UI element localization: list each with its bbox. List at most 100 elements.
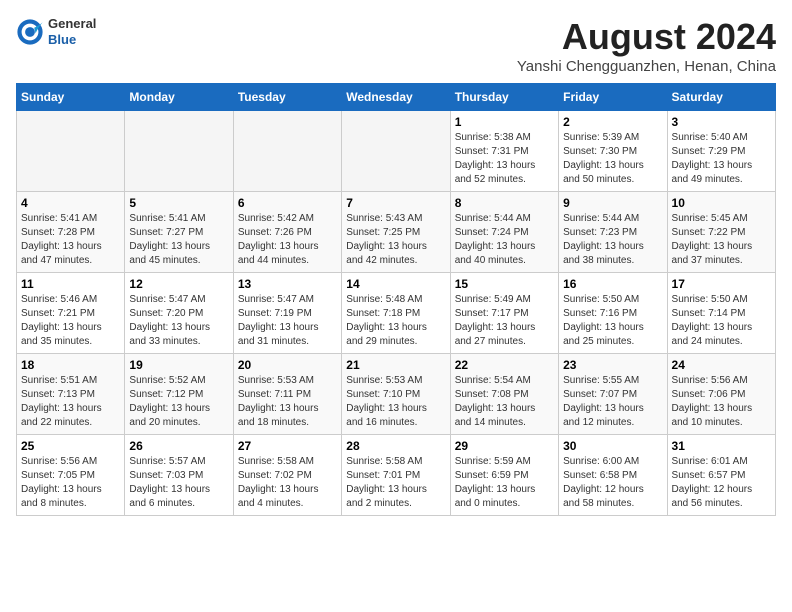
day-info: Sunrise: 5:43 AM Sunset: 7:25 PM Dayligh… — [346, 212, 445, 268]
calendar-cell: 8 Sunrise: 5:44 AM Sunset: 7:24 PM Daylig… — [450, 192, 558, 273]
day-info: Sunrise: 5:55 AM Sunset: 7:07 PM Dayligh… — [563, 374, 662, 430]
day-number: 26 — [129, 439, 228, 453]
weekday-header-thursday: Thursday — [450, 84, 558, 111]
calendar-cell: 18Sunrise: 5:51 AM Sunset: 7:13 PM Dayli… — [17, 354, 125, 435]
calendar-cell: 23 Sunrise: 5:55 AM Sunset: 7:07 PM Dayli… — [559, 354, 667, 435]
day-number: 22 — [455, 358, 554, 372]
week-row-1: 1 Sunrise: 5:38 AM Sunset: 7:31 PM Daylig… — [17, 111, 776, 192]
week-row-2: 4 Sunrise: 5:41 AM Sunset: 7:28 PM Daylig… — [17, 192, 776, 273]
day-number: 29 — [455, 439, 554, 453]
day-number: 23 — [563, 358, 662, 372]
week-row-3: 11Sunrise: 5:46 AM Sunset: 7:21 PM Dayli… — [17, 273, 776, 354]
calendar-cell — [342, 111, 450, 192]
day-number: 7 — [346, 196, 445, 210]
day-info: Sunrise: 5:44 AM Sunset: 7:23 PM Dayligh… — [563, 212, 662, 268]
day-info: Sunrise: 5:45 AM Sunset: 7:22 PM Dayligh… — [672, 212, 771, 268]
calendar-cell: 6 Sunrise: 5:42 AM Sunset: 7:26 PM Daylig… — [233, 192, 341, 273]
calendar-cell: 11Sunrise: 5:46 AM Sunset: 7:21 PM Dayli… — [17, 273, 125, 354]
calendar-cell: 26Sunrise: 5:57 AM Sunset: 7:03 PM Dayli… — [125, 435, 233, 516]
day-info: Sunrise: 5:44 AM Sunset: 7:24 PM Dayligh… — [455, 212, 554, 268]
calendar-cell: 16 Sunrise: 5:50 AM Sunset: 7:16 PM Dayli… — [559, 273, 667, 354]
logo-icon — [16, 18, 44, 46]
day-info: Sunrise: 5:40 AM Sunset: 7:29 PM Dayligh… — [672, 131, 771, 187]
day-number: 25 — [21, 439, 120, 453]
day-number: 19 — [129, 358, 228, 372]
day-number: 31 — [672, 439, 771, 453]
day-info: Sunrise: 5:38 AM Sunset: 7:31 PM Dayligh… — [455, 131, 554, 187]
day-info: Sunrise: 5:59 AM Sunset: 6:59 PM Dayligh… — [455, 455, 554, 511]
calendar-cell: 9 Sunrise: 5:44 AM Sunset: 7:23 PM Daylig… — [559, 192, 667, 273]
day-number: 20 — [238, 358, 337, 372]
calendar-cell — [233, 111, 341, 192]
week-row-4: 18Sunrise: 5:51 AM Sunset: 7:13 PM Dayli… — [17, 354, 776, 435]
day-info: Sunrise: 5:54 AM Sunset: 7:08 PM Dayligh… — [455, 374, 554, 430]
location: Yanshi Chengguanzhen, Henan, China — [517, 58, 776, 75]
calendar-cell: 30 Sunrise: 6:00 AM Sunset: 6:58 PM Dayli… — [559, 435, 667, 516]
day-info: Sunrise: 5:58 AM Sunset: 7:02 PM Dayligh… — [238, 455, 337, 511]
calendar-cell: 22 Sunrise: 5:54 AM Sunset: 7:08 PM Dayli… — [450, 354, 558, 435]
weekday-header-row: SundayMondayTuesdayWednesdayThursdayFrid… — [17, 84, 776, 111]
day-number: 6 — [238, 196, 337, 210]
day-number: 1 — [455, 115, 554, 129]
day-info: Sunrise: 5:42 AM Sunset: 7:26 PM Dayligh… — [238, 212, 337, 268]
calendar-cell — [125, 111, 233, 192]
calendar-cell: 19 Sunrise: 5:52 AM Sunset: 7:12 PM Dayli… — [125, 354, 233, 435]
weekday-header-monday: Monday — [125, 84, 233, 111]
day-number: 4 — [21, 196, 120, 210]
day-info: Sunrise: 6:01 AM Sunset: 6:57 PM Dayligh… — [672, 455, 771, 511]
calendar-cell: 27Sunrise: 5:58 AM Sunset: 7:02 PM Dayli… — [233, 435, 341, 516]
day-info: Sunrise: 5:46 AM Sunset: 7:21 PM Dayligh… — [21, 293, 120, 349]
day-number: 14 — [346, 277, 445, 291]
calendar-cell: 31 Sunrise: 6:01 AM Sunset: 6:57 PM Dayli… — [667, 435, 775, 516]
calendar-cell: 17 Sunrise: 5:50 AM Sunset: 7:14 PM Dayli… — [667, 273, 775, 354]
weekday-header-wednesday: Wednesday — [342, 84, 450, 111]
logo-general: General — [48, 16, 96, 32]
day-info: Sunrise: 5:39 AM Sunset: 7:30 PM Dayligh… — [563, 131, 662, 187]
calendar-cell: 14 Sunrise: 5:48 AM Sunset: 7:18 PM Dayli… — [342, 273, 450, 354]
day-number: 16 — [563, 277, 662, 291]
calendar-cell: 7 Sunrise: 5:43 AM Sunset: 7:25 PM Daylig… — [342, 192, 450, 273]
day-info: Sunrise: 5:58 AM Sunset: 7:01 PM Dayligh… — [346, 455, 445, 511]
calendar-cell: 28 Sunrise: 5:58 AM Sunset: 7:01 PM Dayli… — [342, 435, 450, 516]
calendar-cell: 20 Sunrise: 5:53 AM Sunset: 7:11 PM Dayli… — [233, 354, 341, 435]
calendar-cell — [17, 111, 125, 192]
day-info: Sunrise: 5:53 AM Sunset: 7:11 PM Dayligh… — [238, 374, 337, 430]
week-row-5: 25 Sunrise: 5:56 AM Sunset: 7:05 PM Dayli… — [17, 435, 776, 516]
title-block: August 2024 Yanshi Chengguanzhen, Henan,… — [517, 16, 776, 75]
weekday-header-tuesday: Tuesday — [233, 84, 341, 111]
day-info: Sunrise: 5:41 AM Sunset: 7:27 PM Dayligh… — [129, 212, 228, 268]
calendar-cell: 24Sunrise: 5:56 AM Sunset: 7:06 PM Dayli… — [667, 354, 775, 435]
day-info: Sunrise: 5:56 AM Sunset: 7:05 PM Dayligh… — [21, 455, 120, 511]
calendar-cell: 2 Sunrise: 5:39 AM Sunset: 7:30 PM Daylig… — [559, 111, 667, 192]
weekday-header-sunday: Sunday — [17, 84, 125, 111]
day-info: Sunrise: 5:50 AM Sunset: 7:16 PM Dayligh… — [563, 293, 662, 349]
day-info: Sunrise: 6:00 AM Sunset: 6:58 PM Dayligh… — [563, 455, 662, 511]
day-number: 30 — [563, 439, 662, 453]
calendar-cell: 5Sunrise: 5:41 AM Sunset: 7:27 PM Daylig… — [125, 192, 233, 273]
day-info: Sunrise: 5:48 AM Sunset: 7:18 PM Dayligh… — [346, 293, 445, 349]
calendar-cell: 3Sunrise: 5:40 AM Sunset: 7:29 PM Daylig… — [667, 111, 775, 192]
day-number: 8 — [455, 196, 554, 210]
calendar-cell: 4 Sunrise: 5:41 AM Sunset: 7:28 PM Daylig… — [17, 192, 125, 273]
calendar-cell: 25 Sunrise: 5:56 AM Sunset: 7:05 PM Dayli… — [17, 435, 125, 516]
calendar-cell: 21Sunrise: 5:53 AM Sunset: 7:10 PM Dayli… — [342, 354, 450, 435]
day-info: Sunrise: 5:50 AM Sunset: 7:14 PM Dayligh… — [672, 293, 771, 349]
calendar-cell: 15Sunrise: 5:49 AM Sunset: 7:17 PM Dayli… — [450, 273, 558, 354]
day-info: Sunrise: 5:41 AM Sunset: 7:28 PM Dayligh… — [21, 212, 120, 268]
day-number: 13 — [238, 277, 337, 291]
day-number: 24 — [672, 358, 771, 372]
day-number: 28 — [346, 439, 445, 453]
day-info: Sunrise: 5:47 AM Sunset: 7:19 PM Dayligh… — [238, 293, 337, 349]
calendar-cell: 12 Sunrise: 5:47 AM Sunset: 7:20 PM Dayli… — [125, 273, 233, 354]
day-number: 9 — [563, 196, 662, 210]
day-info: Sunrise: 5:47 AM Sunset: 7:20 PM Dayligh… — [129, 293, 228, 349]
day-number: 12 — [129, 277, 228, 291]
day-number: 2 — [563, 115, 662, 129]
day-number: 17 — [672, 277, 771, 291]
logo: General Blue — [16, 16, 96, 47]
day-number: 15 — [455, 277, 554, 291]
weekday-header-friday: Friday — [559, 84, 667, 111]
weekday-header-saturday: Saturday — [667, 84, 775, 111]
day-info: Sunrise: 5:52 AM Sunset: 7:12 PM Dayligh… — [129, 374, 228, 430]
calendar-cell: 29 Sunrise: 5:59 AM Sunset: 6:59 PM Dayli… — [450, 435, 558, 516]
